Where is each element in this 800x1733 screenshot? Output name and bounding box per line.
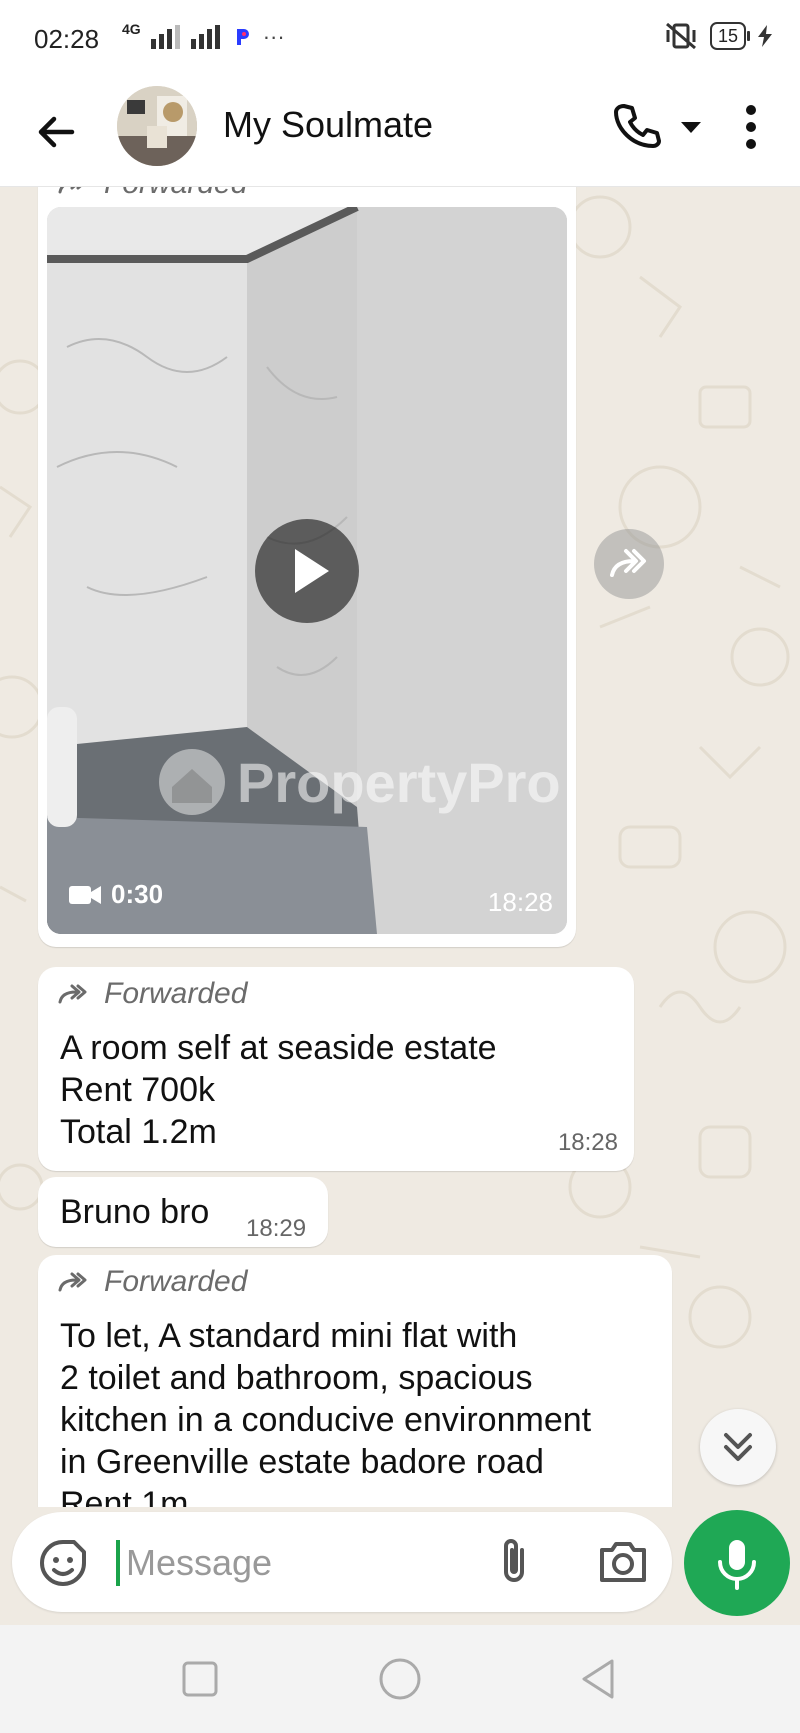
attach-button[interactable] (490, 1536, 540, 1588)
chat-area[interactable]: Forwarded PropertyPr (0, 187, 800, 1507)
triangle-back-icon (582, 1659, 614, 1699)
signal-icon-2 (190, 25, 220, 49)
forward-icon (58, 187, 82, 194)
circle-icon (379, 1658, 421, 1700)
text-cursor (116, 1540, 120, 1586)
watermark-logo-icon (159, 749, 225, 815)
more-notifications-icon: ··· (262, 24, 285, 49)
back-button[interactable] (28, 104, 84, 160)
video-thumbnail[interactable]: PropertyPro 0:30 18:28 (47, 207, 567, 934)
app-notification-icon (230, 25, 253, 49)
chevron-down-icon (681, 122, 701, 133)
emoji-sticker-button[interactable] (38, 1538, 88, 1588)
sticker-icon (40, 1540, 86, 1586)
more-options-button[interactable] (736, 100, 766, 154)
forwarded-label: Forwarded (104, 977, 248, 1010)
charging-icon (758, 25, 772, 47)
recents-button[interactable] (180, 1659, 220, 1699)
status-left-icons: 4G ··· (122, 21, 285, 50)
status-time: 02:28 (34, 24, 100, 54)
video-message-bubble[interactable]: Forwarded PropertyPr (38, 187, 576, 947)
contact-name[interactable]: My Soulmate (223, 100, 433, 150)
status-bar: 02:28 4G ··· 15 (0, 0, 800, 80)
home-button[interactable] (378, 1657, 422, 1701)
videocam-icon (69, 885, 101, 904)
forward-message-button[interactable] (594, 529, 664, 599)
play-button[interactable] (255, 519, 359, 623)
signal-icon (150, 25, 180, 49)
chat-header: My Soulmate (0, 80, 800, 187)
camera-button[interactable] (596, 1536, 650, 1586)
square-icon (182, 1661, 218, 1697)
double-chevron-down-icon (724, 1433, 752, 1461)
play-icon (295, 549, 329, 593)
message-time: 18:29 (246, 1215, 307, 1242)
arrow-back-icon (38, 116, 75, 148)
video-duration-text: 0:30 (111, 879, 164, 909)
avatar-image (117, 86, 197, 166)
message-composer (12, 1512, 672, 1612)
watermark-text: PropertyPro (237, 750, 561, 814)
forward-icon (58, 984, 87, 1004)
video-duration: 0:30 (69, 879, 163, 910)
message-text: Bruno bro (60, 1193, 210, 1231)
forwarded-indicator: Forwarded (58, 187, 247, 201)
text-message-bubble[interactable]: Forwarded To let, A standard mini flat w… (38, 1255, 672, 1507)
message-text: A room self at seaside estate Rent 700k … (60, 1029, 497, 1151)
voice-call-button[interactable] (610, 100, 662, 152)
system-navigation-bar (0, 1625, 800, 1733)
text-message-bubble[interactable]: Forwarded A room self at seaside estate … (38, 967, 634, 1171)
battery-icon: 15 (709, 22, 751, 50)
message-input[interactable] (124, 1534, 468, 1592)
forward-icon (610, 549, 646, 577)
more-vert-icon (746, 105, 756, 149)
vibrate-off-icon (665, 22, 696, 50)
microphone-icon (718, 1540, 756, 1590)
forwarded-label: Forwarded (104, 187, 247, 201)
scroll-to-bottom-button[interactable] (700, 1409, 776, 1485)
voice-message-button[interactable] (684, 1510, 790, 1616)
message-time: 18:28 (487, 887, 553, 917)
forward-icon (58, 1272, 87, 1292)
camera-icon (600, 1542, 646, 1582)
forwarded-label: Forwarded (104, 1265, 248, 1298)
avatar[interactable] (117, 86, 197, 166)
status-right-icons: 15 (664, 22, 772, 50)
watermark: PropertyPro (157, 747, 561, 817)
call-options-dropdown[interactable] (678, 114, 704, 140)
message-text: To let, A standard mini flat with 2 toil… (60, 1317, 592, 1507)
text-message-bubble[interactable]: Bruno bro 18:29 (38, 1177, 328, 1247)
paperclip-icon (504, 1539, 524, 1582)
forwarded-indicator: Forwarded (58, 977, 247, 1011)
forwarded-indicator: Forwarded (58, 1265, 247, 1299)
phone-icon (614, 104, 661, 148)
network-type-icon: 4G (122, 21, 141, 37)
back-nav-button[interactable] (578, 1657, 618, 1701)
message-time: 18:28 (557, 1129, 618, 1156)
